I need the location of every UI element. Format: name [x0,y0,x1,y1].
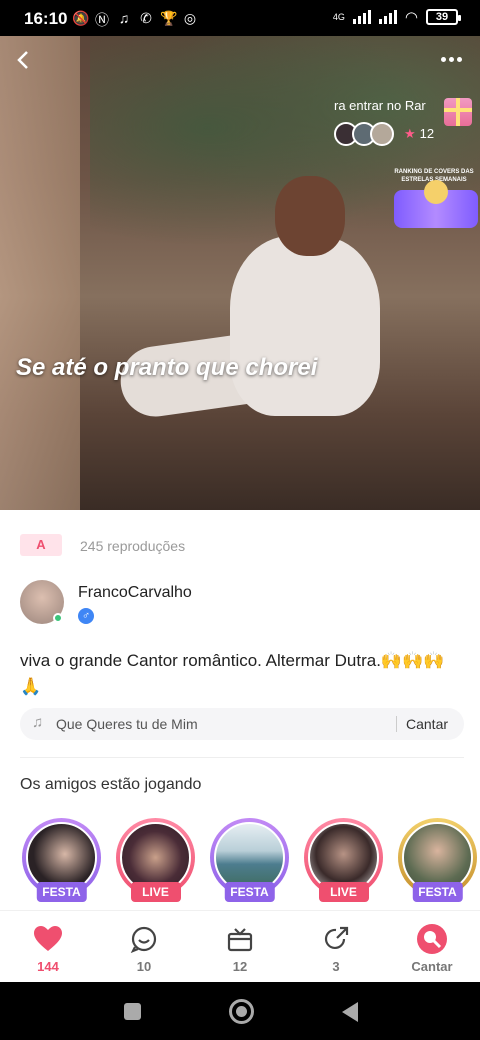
avatar [370,122,394,146]
gift-icon [227,928,253,952]
friend-item[interactable]: LIVE [116,818,195,908]
rank-badge: A [20,534,62,556]
chevron-left-icon [17,51,28,69]
headphones-icon: ♫ [118,10,130,26]
gift-box-icon[interactable] [444,98,472,126]
song-bar[interactable]: ♫ Que Queres tu de Mim Cantar [20,708,464,740]
like-count: 144 [37,959,59,974]
back-nav-button[interactable] [342,1002,358,1022]
enter-room-text[interactable]: ra entrar no Rar [334,98,434,113]
network-type: 4G [332,12,345,22]
status-bar: 16:10 🔕 Ⓝ ♫ ✆ 🏆 ◎ 4G ◠ 39 [0,0,480,36]
comment-button[interactable]: 10 [96,911,192,982]
divider [396,716,397,732]
status-badge: FESTA [36,882,87,902]
share-button[interactable]: 3 [288,911,384,982]
sing-label: Cantar [411,959,453,974]
comment-icon [130,926,157,953]
stars-counter: ★ 12 [404,126,434,142]
share-count: 3 [332,959,340,974]
friends-playing-list: FESTA LIVE FESTA LIVE FESTA [22,818,477,908]
friends-section-title: Os amigos estão jogando [20,776,202,793]
friend-item[interactable]: FESTA [398,818,477,908]
online-status-dot [53,613,63,623]
more-options-button[interactable] [438,54,462,65]
stars-count-value: 12 [419,126,435,141]
gift-count: 12 [232,959,248,974]
ranking-banner[interactable] [394,180,478,228]
notification-icons: 🔕 Ⓝ ♫ ✆ 🏆 ◎ [72,10,198,30]
sing-button[interactable]: Cantar [384,911,480,982]
play-count: 245 reproduções [80,538,186,554]
wifi-icon: ◠ [404,9,418,26]
gender-male-icon: ♂ [78,608,94,624]
status-badge: FESTA [412,882,463,902]
status-badge: LIVE [318,882,369,902]
recents-button[interactable] [124,1003,141,1020]
sing-song-button[interactable]: Cantar [406,716,448,732]
battery-icon: 39 [426,9,461,25]
username[interactable]: FrancoCarvalho [78,584,192,602]
music-note-icon: ♫ [32,714,44,731]
friend-item[interactable]: LIVE [304,818,383,908]
song-title[interactable]: Que Queres tu de Mim [56,716,198,732]
status-badge: LIVE [130,882,181,902]
home-button[interactable] [229,999,254,1024]
video-background-wall [0,36,80,510]
post-details: A 245 reproduções FrancoCarvalho ♂ viva … [0,510,480,910]
friend-item[interactable]: FESTA [22,818,101,908]
lyric-line: Se até o pranto que chorei [16,354,318,381]
like-button[interactable]: 144 [0,911,96,982]
mute-icon: 🔕 [72,10,90,26]
comment-count: 10 [136,959,152,974]
heart-icon [34,926,62,951]
gift-button[interactable]: 12 [192,911,288,982]
divider [20,757,464,758]
star-icon: ★ [404,126,416,141]
post-caption: viva o grande Cantor romântico. Altermar… [20,651,445,696]
viewer-avatars[interactable] [334,122,394,146]
trophy-icon: 🏆 [160,10,178,26]
share-icon [324,926,349,950]
clock: 16:10 [24,9,68,28]
friend-item[interactable]: FESTA [210,818,289,908]
status-badge: FESTA [224,882,275,902]
signal-icon [352,10,371,24]
whatsapp-icon: ✆ [140,10,152,26]
system-nav-bar [0,982,480,1040]
system-status: 4G ◠ 39 [332,8,461,26]
chrome-icon: ◎ [183,10,197,26]
nfc-icon: Ⓝ [95,12,109,28]
video-figure [116,176,430,456]
microphone-icon [417,924,447,954]
signal-icon-2 [378,10,397,24]
action-bar: 144 10 12 3 Cantar [0,910,480,982]
video-player[interactable]: Se até o pranto que chorei ra entrar no … [0,36,480,510]
battery-level: 39 [435,11,449,23]
back-button[interactable] [12,48,38,74]
